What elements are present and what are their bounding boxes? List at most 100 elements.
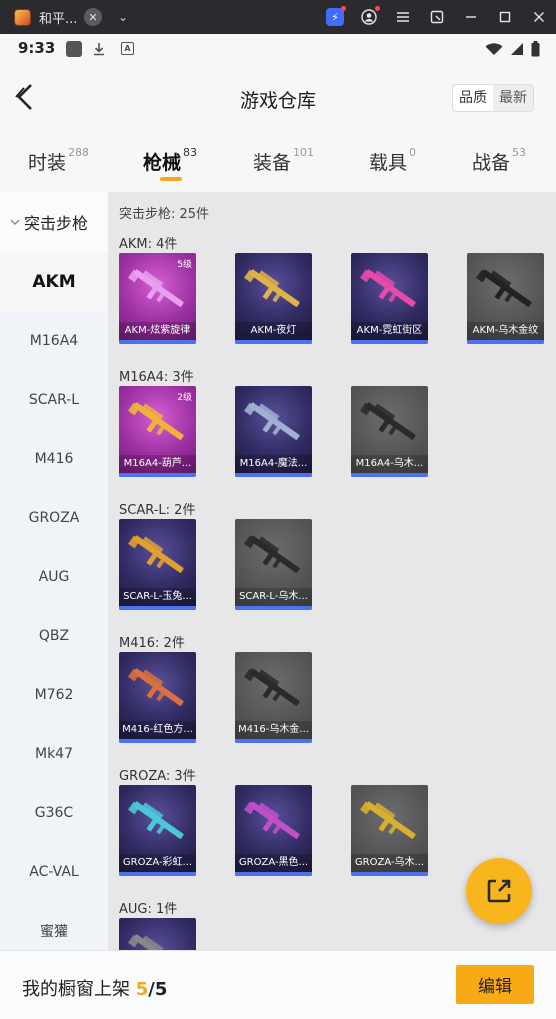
tab-supplies[interactable]: 战备 53 [472, 146, 526, 175]
weapon-skin-card[interactable]: SCAR-L-玉兔... [119, 519, 196, 610]
sidebar-item-m762[interactable]: M762 [0, 665, 108, 724]
sort-quality-option[interactable]: 品质 [453, 85, 493, 111]
boost-icon[interactable]: ⚡ [318, 0, 352, 34]
app-notification-icon [66, 41, 82, 57]
nav-bar: 游戏仓库 品质 最新 [0, 64, 556, 134]
weapon-skin-name: GROZA-乌木... [351, 854, 428, 872]
weapon-skin-card[interactable]: 5级 AKM-炫紫旋律 [119, 253, 196, 344]
card-bottom-bar [119, 872, 196, 876]
active-tab-indicator [160, 177, 182, 181]
card-bottom-bar [235, 340, 312, 344]
sidebar-group-label: 突击步枪 [24, 214, 89, 233]
sidebar-item-groza[interactable]: GROZA [0, 488, 108, 547]
weapon-skin-name: SCAR-L-乌木... [235, 588, 312, 606]
tab-firearms[interactable]: 枪械 83 [143, 146, 197, 175]
weapon-skin-card[interactable]: M16A4-乌木... [351, 386, 428, 477]
weapon-skin-card[interactable]: SCAR-L-乌木... [235, 519, 312, 610]
card-bottom-bar [351, 872, 428, 876]
minimize-icon[interactable] [454, 0, 488, 34]
tab-dropdown-icon[interactable]: ⌄ [118, 10, 128, 24]
card-bottom-bar [119, 473, 196, 477]
section-label: SCAR-L: 2件 [119, 503, 196, 518]
weapon-skin-name: SCAR-L-玉兔... [119, 588, 196, 606]
sidebar-group-assault-rifles[interactable]: 突击步枪 [0, 192, 108, 252]
card-bottom-bar [235, 872, 312, 876]
tab-equipment[interactable]: 装备 101 [253, 146, 314, 175]
section-label: AKM: 4件 [119, 237, 178, 252]
browser-tab[interactable]: 和平... ✕ [14, 3, 102, 31]
weapon-skin-name: M16A4-葫芦... [119, 455, 196, 473]
close-window-icon[interactable] [522, 0, 556, 34]
weapon-skin-card[interactable]: M16A4-魔法... [235, 386, 312, 477]
weapon-skin-name: AKM-乌木金纹 [467, 322, 544, 340]
status-time: 9:33 [18, 39, 56, 57]
section-label: AUG: 1件 [119, 902, 178, 917]
section-label: M16A4: 3件 [119, 370, 194, 385]
window-titlebar: 和平... ✕ ⌄ ⚡ [0, 0, 556, 34]
weapon-skin-name: AKM-夜灯 [235, 322, 312, 340]
bottom-bar: 我的橱窗上架 5/5 编辑 [0, 950, 556, 1019]
weapon-skin-card[interactable]: M416-红色方... [119, 652, 196, 743]
card-bottom-bar [235, 606, 312, 610]
weapon-skin-card[interactable]: AKM-夜灯 [235, 253, 312, 344]
weapon-skin-name: GROZA-黑色... [235, 854, 312, 872]
maximize-icon[interactable] [488, 0, 522, 34]
card-bottom-bar [235, 739, 312, 743]
section-label: GROZA: 3件 [119, 769, 196, 784]
chevron-down-icon [10, 216, 20, 229]
status-bar: 9:33 A [0, 34, 556, 64]
weapon-skin-name: AKM-霓虹街区 [351, 322, 428, 340]
account-icon[interactable] [352, 0, 386, 34]
card-bottom-bar [467, 340, 544, 344]
weapon-skin-card[interactable]: GROZA-乌木... [351, 785, 428, 876]
weapon-skin-name: M16A4-乌木... [351, 455, 428, 473]
weapon-skin-name: M416-红色方... [119, 721, 196, 739]
font-icon: A [121, 42, 134, 55]
weapon-grid: 突击步枪: 25件 AKM: 4件 5级 AKM-炫紫旋律 AKM-夜灯 AKM-霓虹街… [108, 192, 556, 1009]
tab-fashion[interactable]: 时装 288 [28, 146, 89, 175]
weapon-skin-card[interactable]: M416-乌木金... [235, 652, 312, 743]
weapon-skin-name: M16A4-魔法... [235, 455, 312, 473]
weapon-skin-card[interactable]: AKM-霓虹街区 [351, 253, 428, 344]
screenshot-icon[interactable] [420, 0, 454, 34]
sidebar-item-scar-l[interactable]: SCAR-L [0, 370, 108, 429]
card-bottom-bar [235, 473, 312, 477]
card-bottom-bar [351, 340, 428, 344]
weapon-skin-name: M416-乌木金... [235, 721, 312, 739]
section-label: M416: 2件 [119, 636, 185, 651]
card-bottom-bar [119, 606, 196, 610]
battery-icon [531, 41, 540, 57]
weapon-skin-card[interactable]: GROZA-彩虹... [119, 785, 196, 876]
level-badge: 5级 [177, 260, 192, 270]
sidebar-item-mk47[interactable]: Mk47 [0, 724, 108, 783]
category-summary: 突击步枪: 25件 [119, 207, 210, 222]
sort-toggle[interactable]: 品质 最新 [452, 84, 534, 112]
download-icon [93, 41, 105, 57]
tab-title: 和平... [39, 11, 78, 27]
wifi-icon [485, 43, 503, 55]
weapon-skin-card[interactable]: GROZA-黑色... [235, 785, 312, 876]
card-bottom-bar [119, 739, 196, 743]
weapon-skin-name: AKM-炫紫旋律 [119, 322, 196, 340]
card-bottom-bar [351, 473, 428, 477]
category-tabs: 时装 288 枪械 83 装备 101 载具 0 战备 53 [0, 134, 556, 192]
sidebar-item-m416[interactable]: M416 [0, 429, 108, 488]
tab-close-icon[interactable]: ✕ [84, 8, 102, 26]
app-logo-icon [14, 8, 31, 26]
sidebar-item-aug[interactable]: AUG [0, 547, 108, 606]
sidebar-item-akm[interactable]: AKM [0, 252, 108, 311]
edit-button[interactable]: 编辑 [456, 965, 534, 1004]
sidebar-item-ac-val[interactable]: AC-VAL [0, 842, 108, 901]
tab-vehicles[interactable]: 载具 0 [369, 146, 416, 175]
weapon-skin-card[interactable]: 2级 M16A4-葫芦... [119, 386, 196, 477]
sidebar-item-m16a4[interactable]: M16A4 [0, 311, 108, 370]
share-button[interactable] [466, 858, 532, 924]
signal-icon [511, 43, 523, 55]
card-bottom-bar [119, 340, 196, 344]
sidebar-item-qbz[interactable]: QBZ [0, 606, 108, 665]
weapon-sidebar: 突击步枪 AKM M16A4 SCAR-L M416 GROZA AUG QBZ M762 Mk… [0, 192, 108, 950]
sort-latest-option[interactable]: 最新 [493, 85, 533, 111]
sidebar-item-g36c[interactable]: G36C [0, 783, 108, 842]
menu-icon[interactable] [386, 0, 420, 34]
weapon-skin-card[interactable]: AKM-乌木金纹 [467, 253, 544, 344]
